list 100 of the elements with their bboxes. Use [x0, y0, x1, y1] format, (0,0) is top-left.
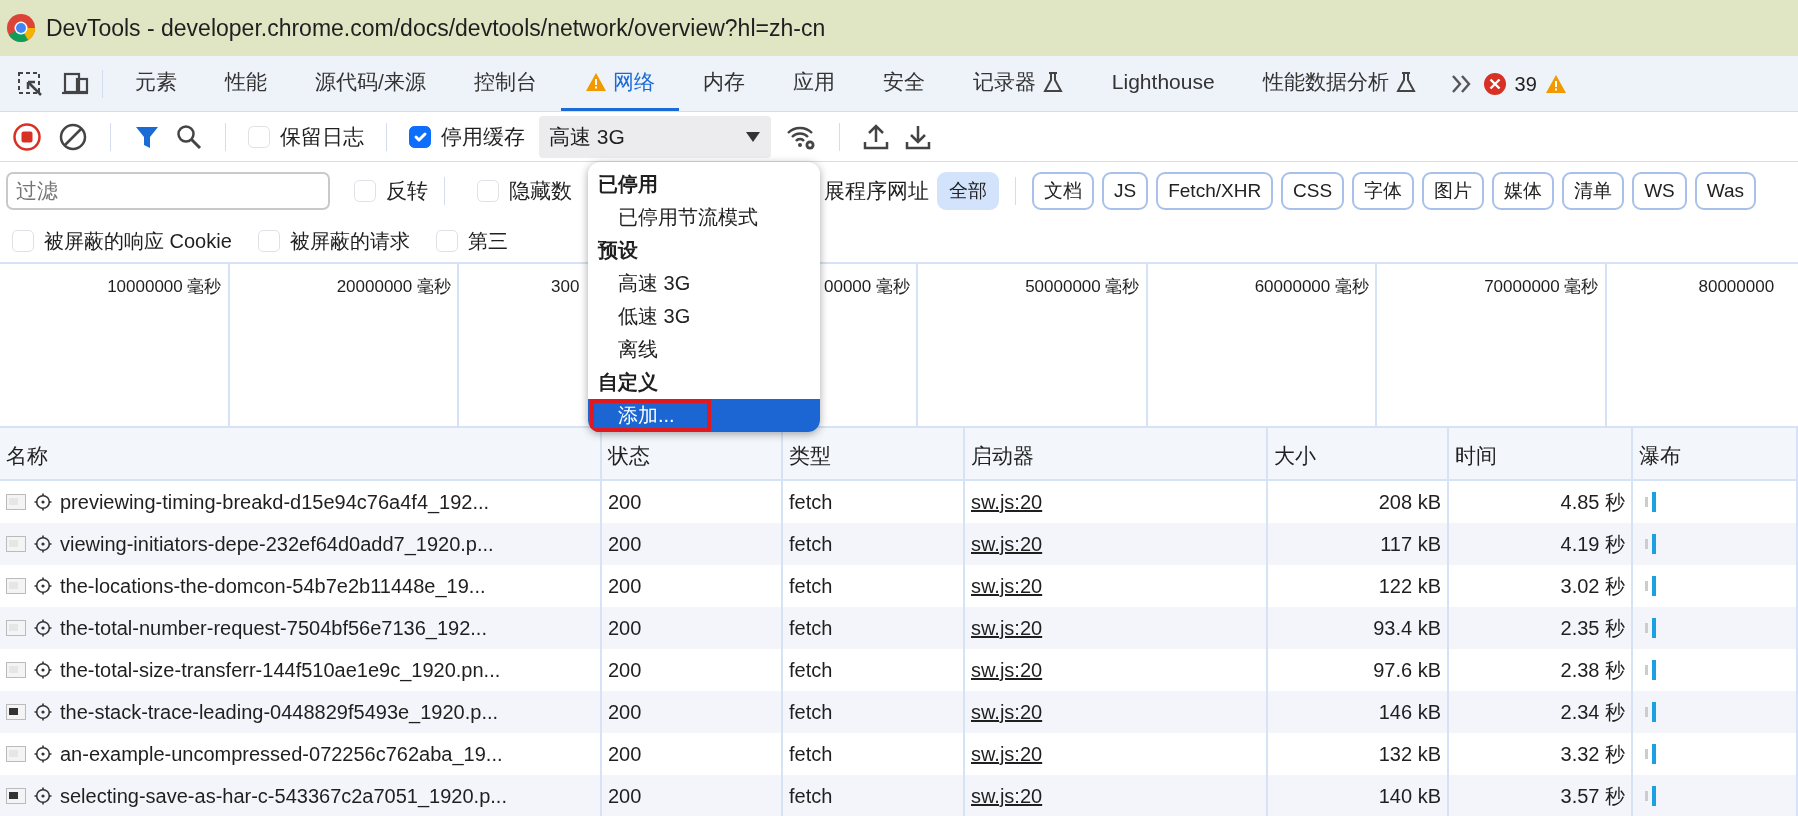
browser-logo [6, 13, 36, 43]
table-cell-text: 132 kB [1378, 742, 1441, 767]
table-cell-text: fetch [789, 574, 833, 599]
panel-tab[interactable]: 元素 [111, 56, 201, 111]
panel-tab[interactable]: 源代码/来源 [291, 56, 450, 111]
panel-tab[interactable]: 性能数据分析 [1238, 56, 1441, 111]
request-name[interactable]: viewing-initiators-depe-232ef64d0add7_1920.p... [60, 529, 494, 559]
type-filter-chip[interactable]: 图片 [1422, 171, 1485, 211]
waterfall-bar [1645, 617, 1657, 639]
time-tick-label: 00000 毫秒 [824, 277, 910, 296]
time-tick-label: 50000000 毫秒 [1025, 277, 1140, 296]
gear-icon [34, 787, 52, 805]
initiator-link[interactable]: sw.js:20 [971, 487, 1043, 517]
request-name[interactable]: selecting-save-as-har-c-543367c2a7051_1920.p... [60, 781, 507, 811]
type-filter-chip[interactable]: 全部 [937, 171, 999, 211]
initiator-link[interactable]: sw.js:20 [971, 739, 1043, 769]
initiator-link[interactable]: sw.js:20 [971, 613, 1043, 643]
checkbox-label: 隐藏数 [509, 178, 572, 205]
type-filter-chip[interactable]: CSS [1281, 171, 1345, 211]
panel-tab[interactable]: 性能 [201, 56, 291, 111]
table-cell-text: fetch [789, 658, 833, 683]
error-icon [1482, 71, 1507, 96]
menu-option[interactable]: 已停用节流模式 [618, 206, 758, 228]
panel-tab[interactable]: 应用 [768, 56, 859, 111]
menu-option[interactable]: 添加... [590, 399, 711, 432]
type-filter-chip[interactable]: Was [1694, 171, 1757, 211]
request-name[interactable]: an-example-uncompressed-072256c762aba_19... [60, 739, 503, 769]
table-cell-text: 146 kB [1378, 700, 1441, 725]
menu-option[interactable]: 高速 3G [618, 272, 691, 294]
request-name[interactable]: the-total-number-request-7504bf56e7136_192... [60, 613, 487, 643]
panel-tab[interactable]: 内存 [678, 56, 769, 111]
column-header[interactable]: 瀑布 [1639, 444, 1681, 467]
time-tick-label: 80000000 [1698, 277, 1775, 296]
panel-tab[interactable]: 网络 [560, 56, 679, 111]
gear-icon [34, 535, 52, 553]
table-cell-text: 3.57 秒 [1560, 784, 1625, 809]
table-cell-text: 200 [608, 742, 642, 767]
checkbox-label: 停用缓存 [441, 123, 525, 150]
table-cell-text: 200 [608, 532, 642, 557]
table-cell-text: 200 [608, 658, 642, 683]
menu-option[interactable]: 离线 [618, 338, 658, 360]
column-header[interactable]: 时间 [1455, 444, 1497, 467]
type-filter-chip[interactable]: JS [1102, 171, 1149, 211]
search-icon[interactable] [175, 122, 203, 151]
table-cell-text: 122 kB [1378, 574, 1441, 599]
request-name[interactable]: the-stack-trace-leading-0448829f5493e_1920.p... [60, 697, 499, 727]
element-picker-icon[interactable] [16, 69, 44, 98]
panel-tab[interactable]: 控制台 [449, 56, 561, 111]
throttling-select[interactable]: 高速 3G [539, 115, 771, 158]
column-header[interactable]: 状态 [608, 444, 650, 467]
time-tick-label: 20000000 毫秒 [336, 277, 451, 296]
table-cell-text: 2.35 秒 [1560, 616, 1625, 641]
table-cell-text: 200 [608, 490, 642, 515]
time-tick-label: 70000000 毫秒 [1484, 277, 1599, 296]
menu-option[interactable]: 低速 3G [618, 305, 691, 327]
table-cell-text: 140 kB [1378, 784, 1441, 809]
gear-icon [34, 493, 52, 511]
initiator-link[interactable]: sw.js:20 [971, 697, 1043, 727]
type-filter-chip[interactable]: 字体 [1352, 171, 1415, 211]
column-header[interactable]: 启动器 [971, 444, 1034, 467]
checkbox-label: 反转 [386, 178, 428, 205]
waterfall-bar [1645, 659, 1657, 681]
panel-tab[interactable]: 安全 [858, 56, 949, 111]
table-cell-text: 3.32 秒 [1560, 742, 1625, 767]
waterfall-bar [1645, 785, 1657, 807]
table-cell-text: 200 [608, 616, 642, 641]
column-header[interactable]: 类型 [789, 444, 831, 467]
menu-group-heading: 自定义 [597, 370, 659, 395]
initiator-link[interactable]: sw.js:20 [971, 529, 1043, 559]
gear-icon [34, 619, 52, 637]
time-tick-label: 60000000 毫秒 [1254, 277, 1369, 296]
type-filter-chip[interactable]: Fetch/XHR [1156, 171, 1274, 211]
table-cell-text: 2.34 秒 [1560, 700, 1625, 725]
gear-icon [34, 703, 52, 721]
table-cell-text: fetch [789, 490, 833, 515]
waterfall-bar [1645, 533, 1657, 555]
waterfall-bar [1645, 491, 1657, 513]
filter-field[interactable]: 过滤 [6, 172, 330, 210]
waterfall-bar [1645, 701, 1657, 723]
request-name[interactable]: the-total-size-transferr-144f510ae1e9c_1920.pn... [60, 655, 501, 685]
panel-tab[interactable]: 记录器 [948, 56, 1088, 111]
type-filter-chip[interactable]: 媒体 [1492, 171, 1555, 211]
column-header[interactable]: 名称 [6, 444, 48, 467]
type-filter-chip[interactable]: WS [1632, 171, 1687, 211]
request-name[interactable]: previewing-timing-breakd-d15e94c76a4f4_192... [60, 487, 490, 517]
column-header[interactable]: 大小 [1274, 444, 1316, 467]
type-filter-chip[interactable]: 文档 [1032, 171, 1094, 211]
initiator-link[interactable]: sw.js:20 [971, 781, 1043, 811]
table-cell-text: fetch [789, 700, 833, 725]
table-cell-text: 97.6 kB [1373, 658, 1441, 683]
table-cell-text: 4.85 秒 [1560, 490, 1625, 515]
initiator-link[interactable]: sw.js:20 [971, 571, 1043, 601]
request-name[interactable]: the-locations-the-domcon-54b7e2b11448e_19... [60, 571, 486, 601]
table-cell-text: 3.02 秒 [1560, 574, 1625, 599]
initiator-link[interactable]: sw.js:20 [971, 655, 1043, 685]
type-filter-chip[interactable]: 清单 [1562, 171, 1625, 211]
panel-tab[interactable]: Lighthouse [1087, 56, 1239, 111]
upload-icon[interactable] [862, 122, 890, 151]
clear-icon[interactable] [58, 121, 88, 152]
checkbox[interactable] [409, 125, 431, 148]
